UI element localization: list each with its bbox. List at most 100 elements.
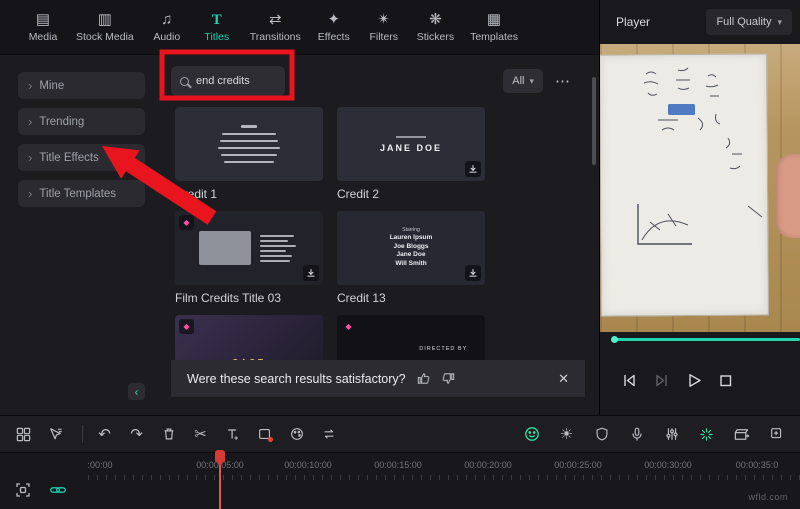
filter-all-dropdown[interactable]: All ▾ [503,69,543,93]
filmora-window: ▤ Media ▥ Stock Media ♫ Audio T Titles ⇄ [0,0,800,509]
title-thumbnail[interactable]: DIRECTED BY ◆ [337,315,485,361]
title-name: Credit 2 [337,187,485,201]
stop-icon[interactable] [716,371,735,390]
keyframe-icon[interactable] [319,425,338,444]
tab-titles[interactable]: T Titles [200,12,234,43]
audio-icon: ♫ [161,12,172,28]
apps-icon[interactable] [14,425,33,444]
edit-toolbar: ↶ ↷ ✂ ☀ [0,415,800,453]
title-card-partial-cast[interactable]: CAST ◆ [175,315,323,361]
thumbs-down-icon[interactable] [441,371,456,386]
light-effect-icon[interactable] [697,425,716,444]
quality-dropdown[interactable]: Full Quality ▾ [706,9,792,35]
tab-media[interactable]: ▤ Media [26,12,60,43]
text-add-icon[interactable] [223,425,242,444]
video-preview[interactable] [600,44,800,332]
tab-stock-media[interactable]: ▥ Stock Media [76,12,134,43]
redo-icon[interactable]: ↷ [127,425,146,444]
time-tick: 00:00:20:00 [464,460,512,470]
undo-icon[interactable]: ↶ [95,425,114,444]
templates-icon: ▦ [487,12,501,28]
sidebar-item-trending[interactable]: › Trending [18,108,145,135]
title-thumbnail[interactable]: JANE DOE [337,107,485,181]
premium-gem-icon: ◆ [179,215,194,230]
titles-content: end credits All ▾ ⋯ [165,55,599,415]
select-tool-icon[interactable] [46,425,65,444]
content-scrollbar[interactable] [592,77,596,165]
title-thumbnail[interactable]: CAST ◆ [175,315,323,361]
beauty-smiley-icon[interactable] [522,425,541,444]
notification-dot [268,437,273,442]
microphone-icon[interactable] [627,425,646,444]
download-icon[interactable] [465,265,481,281]
title-card-credit-2[interactable]: JANE DOE Credit 2 [337,107,485,201]
adjust-sun-icon[interactable]: ☀ [557,425,576,444]
speed-clapper-icon[interactable] [732,425,751,444]
title-card-credit-13[interactable]: Starring Lauren Ipsum Joe Bloggs Jane Do… [337,211,485,305]
previous-frame-icon[interactable] [620,371,639,390]
time-tick: 00:00:15:00 [374,460,422,470]
close-icon[interactable]: ✕ [558,371,569,387]
filters-icon: ✴ [377,12,390,28]
title-card-partial-directed-by[interactable]: DIRECTED BY ◆ [337,315,485,361]
tab-stickers[interactable]: ❋ Stickers [417,12,454,43]
frame-preview-icon[interactable] [14,481,32,499]
title-name: Credit 13 [337,291,485,305]
chevron-down-icon: ▾ [529,76,534,87]
title-thumbnail[interactable]: Starring Lauren Ipsum Joe Bloggs Jane Do… [337,211,485,285]
chevron-right-icon: › [28,115,32,128]
media-icon: ▤ [36,12,50,28]
shield-icon[interactable] [592,425,611,444]
titles-sidebar: › Mine › Trending › Title Effects › Titl… [0,55,165,415]
next-frame-icon[interactable] [652,371,671,390]
stickers-icon: ❋ [429,12,442,28]
color-palette-icon[interactable] [287,425,306,444]
timeline[interactable]: :00:00 00:00:05:00 00:00:10:00 00:00:15:… [0,453,800,509]
watermark: wfld.com [748,492,788,502]
sidebar-collapse-button[interactable]: ‹ [128,383,145,400]
sidebar-item-title-templates[interactable]: › Title Templates [18,180,145,207]
chevron-right-icon: › [28,151,32,164]
more-options-button[interactable]: ⋯ [555,72,571,90]
title-thumbnail[interactable] [175,107,323,181]
audio-mixer-icon[interactable] [662,425,681,444]
delete-icon[interactable] [159,425,178,444]
playback-controls [600,346,800,415]
search-feedback-bar: Were these search results satisfactory? … [171,360,585,397]
title-name: Film Credits Title 03 [175,291,323,305]
asset-tab-bar: ▤ Media ▥ Stock Media ♫ Audio T Titles ⇄ [0,0,599,55]
premium-gem-icon: ◆ [341,319,356,334]
tab-transitions[interactable]: ⇄ Transitions [250,12,301,43]
tab-effects[interactable]: ✦ Effects [317,12,351,43]
sidebar-item-mine[interactable]: › Mine [18,72,145,99]
transitions-icon: ⇄ [269,12,282,28]
download-icon[interactable] [303,265,319,281]
tab-templates[interactable]: ▦ Templates [470,12,518,43]
player-panel: Player Full Quality ▾ [600,0,800,415]
mask-icon[interactable] [255,425,274,444]
presenter-hand [776,154,800,238]
tab-filters[interactable]: ✴ Filters [367,12,401,43]
sidebar-item-title-effects[interactable]: › Title Effects [18,144,145,171]
link-clips-icon[interactable] [49,481,67,499]
title-card-film-credits-03[interactable]: ◆ Film Credits Title 03 [175,211,323,305]
tab-audio[interactable]: ♫ Audio [150,12,184,43]
search-value: end credits [196,75,250,87]
playback-progress-bar[interactable] [612,338,800,341]
play-icon[interactable] [684,371,703,390]
title-thumbnail[interactable]: ◆ [175,211,323,285]
thumbs-up-icon[interactable] [416,371,431,386]
stock-media-icon: ▥ [98,12,112,28]
download-icon[interactable] [465,161,481,177]
split-scissors-icon[interactable]: ✂ [191,425,210,444]
effects-icon: ✦ [327,12,340,28]
chevron-down-icon: ▾ [777,17,782,28]
progress-handle[interactable] [611,336,618,343]
playhead[interactable] [219,450,221,509]
time-tick: 00:00:35:0 [736,460,779,470]
chevron-right-icon: › [28,187,32,200]
search-input[interactable]: end credits [171,66,285,96]
playhead-handle[interactable] [215,450,225,462]
add-track-icon[interactable] [767,425,786,444]
title-card-credit-1[interactable]: Credit 1 [175,107,323,201]
